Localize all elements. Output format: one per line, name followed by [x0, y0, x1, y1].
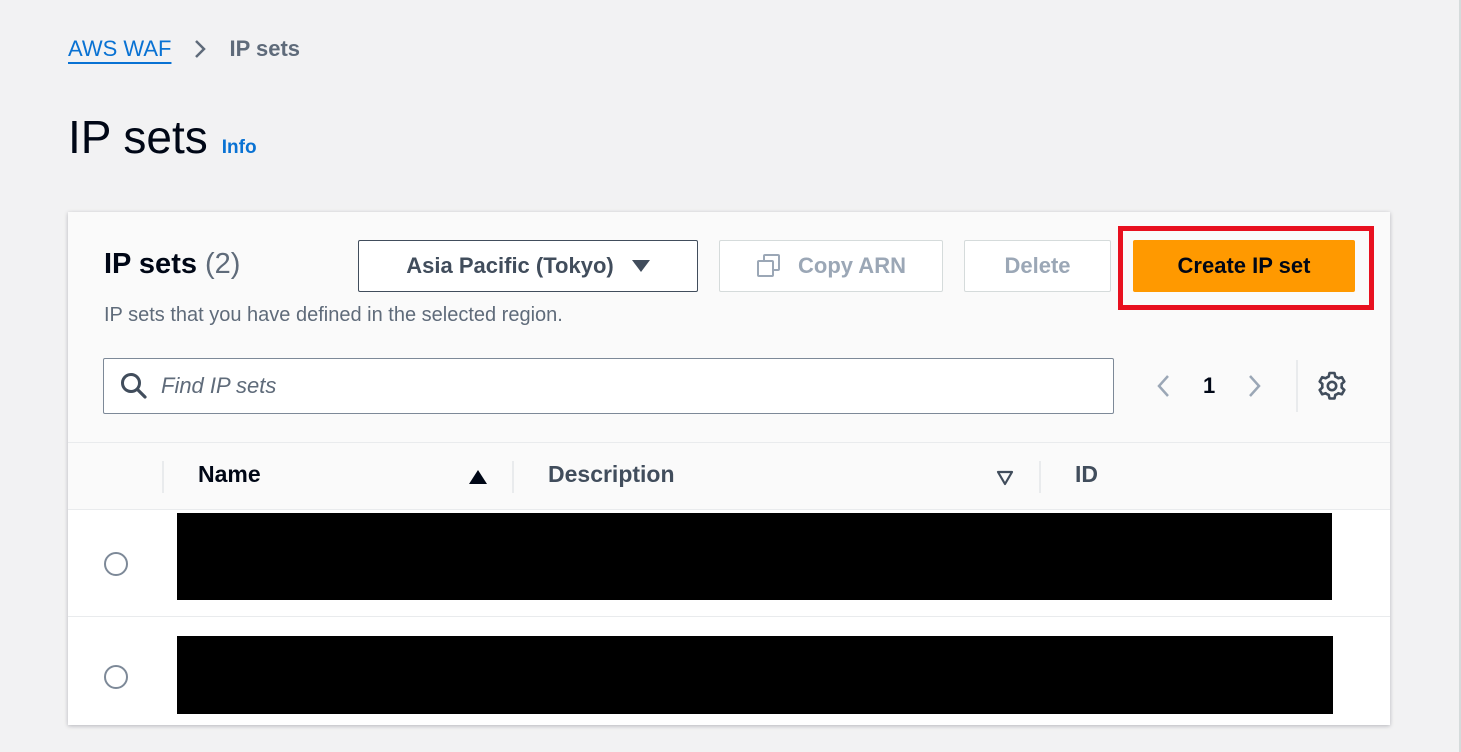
copy-arn-label: Copy ARN	[798, 253, 906, 278]
column-header-id[interactable]: ID	[1075, 461, 1098, 488]
container-description: IP sets that you have defined in the sel…	[104, 304, 563, 326]
row-select-radio[interactable]	[104, 665, 128, 689]
column-header-name[interactable]: Name	[198, 461, 261, 488]
search-icon	[119, 371, 149, 401]
copy-icon	[756, 253, 782, 279]
ip-set-count: (2)	[204, 248, 241, 280]
delete-label: Delete	[1004, 253, 1071, 278]
gear-icon[interactable]	[1316, 370, 1348, 402]
current-page-number[interactable]: 1	[1203, 373, 1215, 399]
breadcrumb-current: IP sets	[229, 36, 301, 61]
page-header: IP sets Info	[68, 110, 257, 164]
row-select-radio[interactable]	[104, 552, 128, 576]
sort-ascending-icon[interactable]	[469, 470, 487, 484]
column-separator	[1039, 461, 1041, 493]
chevron-left-icon[interactable]	[1153, 371, 1175, 401]
info-link[interactable]: Info	[222, 137, 257, 159]
container-title-text: IP sets	[104, 248, 197, 280]
search-input[interactable]	[161, 373, 1061, 399]
region-select[interactable]: Asia Pacific (Tokyo)	[358, 240, 698, 292]
breadcrumb: AWS WAF IP sets	[68, 36, 300, 62]
column-header-description[interactable]: Description	[548, 461, 675, 488]
breadcrumb-aws-waf-link[interactable]: AWS WAF	[68, 36, 171, 62]
delete-button[interactable]: Delete	[964, 240, 1111, 292]
pagination-divider	[1296, 360, 1298, 412]
table-row[interactable]	[68, 511, 1390, 617]
table-header: Name Description ID	[68, 442, 1390, 510]
create-ip-set-label: Create IP set	[1177, 253, 1311, 278]
create-ip-set-button[interactable]: Create IP set	[1133, 240, 1355, 292]
column-separator	[512, 461, 514, 493]
caret-down-icon	[631, 260, 650, 272]
redacted-content	[177, 636, 1333, 714]
table-row[interactable]	[68, 618, 1390, 724]
search-field	[103, 358, 1114, 414]
page: AWS WAF IP sets IP sets Info IP sets (2) …	[0, 0, 1461, 752]
pagination: 1	[1153, 367, 1265, 405]
copy-arn-button[interactable]: Copy ARN	[719, 240, 943, 292]
container-header: IP sets (2) IP sets that you have defined…	[68, 212, 1390, 442]
redacted-content	[177, 513, 1332, 600]
chevron-right-icon	[193, 38, 207, 60]
ip-sets-table-container: IP sets (2) IP sets that you have defined…	[68, 212, 1390, 725]
column-separator	[162, 461, 164, 493]
sort-descending-icon[interactable]	[996, 470, 1014, 486]
chevron-right-icon[interactable]	[1243, 371, 1265, 401]
container-title: IP sets (2)	[104, 248, 240, 281]
region-select-value: Asia Pacific (Tokyo)	[406, 253, 614, 278]
page-title: IP sets	[68, 111, 208, 163]
